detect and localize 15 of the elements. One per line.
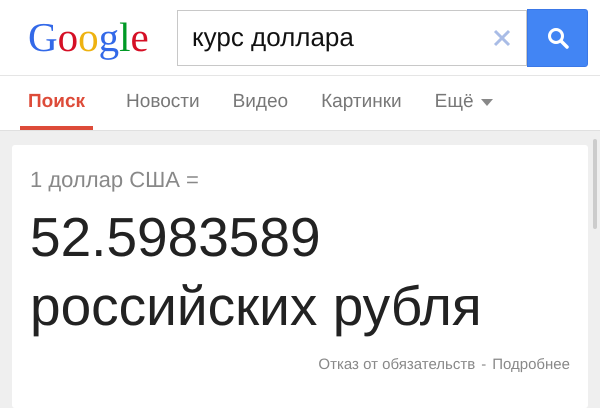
search-button[interactable] xyxy=(527,8,588,66)
tab[interactable]: Видео xyxy=(232,76,288,130)
caret-icon xyxy=(480,98,493,106)
tab[interactable]: Картинки xyxy=(321,76,402,130)
converted-amount: 52.5983589 xyxy=(30,207,321,268)
search-field[interactable]: курс доллара xyxy=(177,10,527,66)
search-icon xyxy=(546,26,570,50)
tab[interactable]: Новости xyxy=(126,76,200,130)
disclaimer-link[interactable]: Отказ от обязательств xyxy=(318,356,476,373)
logo[interactable]: Google xyxy=(28,17,177,58)
more-link[interactable]: Подробнее xyxy=(492,356,570,373)
separator: - xyxy=(481,356,486,373)
more-menu[interactable]: Ещё xyxy=(434,76,493,130)
currency-name: российских рубля xyxy=(30,276,482,336)
source-amount: 1 доллар США = xyxy=(30,167,199,193)
